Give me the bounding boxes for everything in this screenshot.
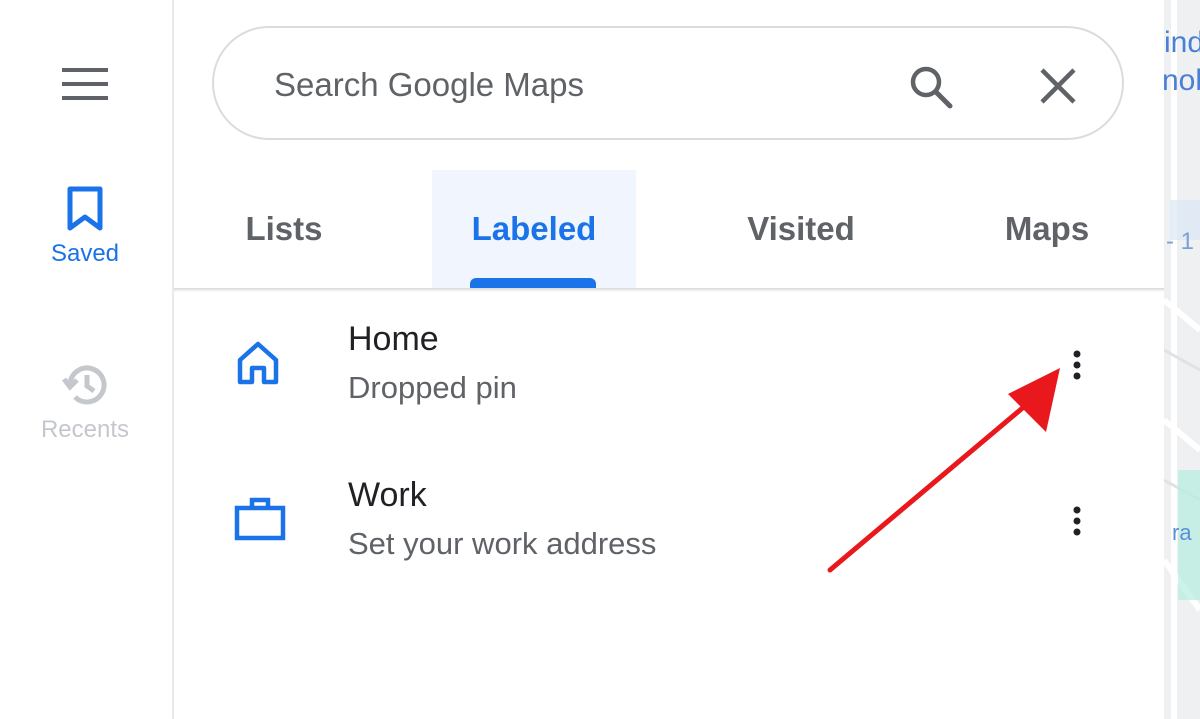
menu-button[interactable]	[62, 68, 108, 100]
saved-tabs: Lists Labeled Visited Maps	[174, 170, 1164, 288]
labeled-place-subtitle: Set your work address	[348, 526, 657, 561]
search-box	[212, 26, 1124, 140]
labeled-place-subtitle: Dropped pin	[348, 370, 517, 405]
map-label-text: nob	[1164, 64, 1200, 97]
tab-labeled[interactable]: Labeled	[432, 170, 636, 288]
bookmark-icon	[67, 186, 103, 231]
search-input[interactable]	[272, 58, 876, 112]
annotation-arrow	[827, 368, 1060, 573]
clear-search-button[interactable]	[1038, 66, 1078, 111]
nav-item-saved[interactable]: Saved	[20, 186, 150, 268]
history-icon	[62, 365, 107, 405]
tab-maps[interactable]: Maps	[984, 170, 1110, 288]
search-button[interactable]	[908, 64, 954, 115]
nav-item-saved-label: Saved	[50, 240, 120, 267]
nav-item-recents[interactable]: Recents	[20, 362, 150, 444]
tab-lists[interactable]: Lists	[214, 170, 354, 288]
map-roads	[1164, 0, 1200, 719]
home-icon	[237, 341, 279, 385]
hamburger-menu-icon	[62, 68, 108, 100]
nav-item-recents-label: Recents	[40, 416, 130, 443]
map-label-text: ra	[1172, 520, 1192, 545]
tab-visited[interactable]: Visited	[724, 170, 878, 288]
nav-rail: Saved Recents	[0, 0, 172, 719]
close-icon	[1040, 68, 1076, 104]
briefcase-icon	[234, 497, 286, 541]
map-area[interactable]: ind nob - 1 ra	[1164, 0, 1200, 719]
labeled-place-title: Home	[348, 320, 439, 358]
tabs-divider	[174, 288, 1164, 292]
active-tab-indicator	[470, 278, 596, 288]
map-label-text: ind	[1164, 26, 1200, 59]
labeled-place-title: Work	[348, 476, 427, 514]
search-icon	[910, 66, 953, 109]
map-label-text: - 1	[1166, 228, 1195, 255]
